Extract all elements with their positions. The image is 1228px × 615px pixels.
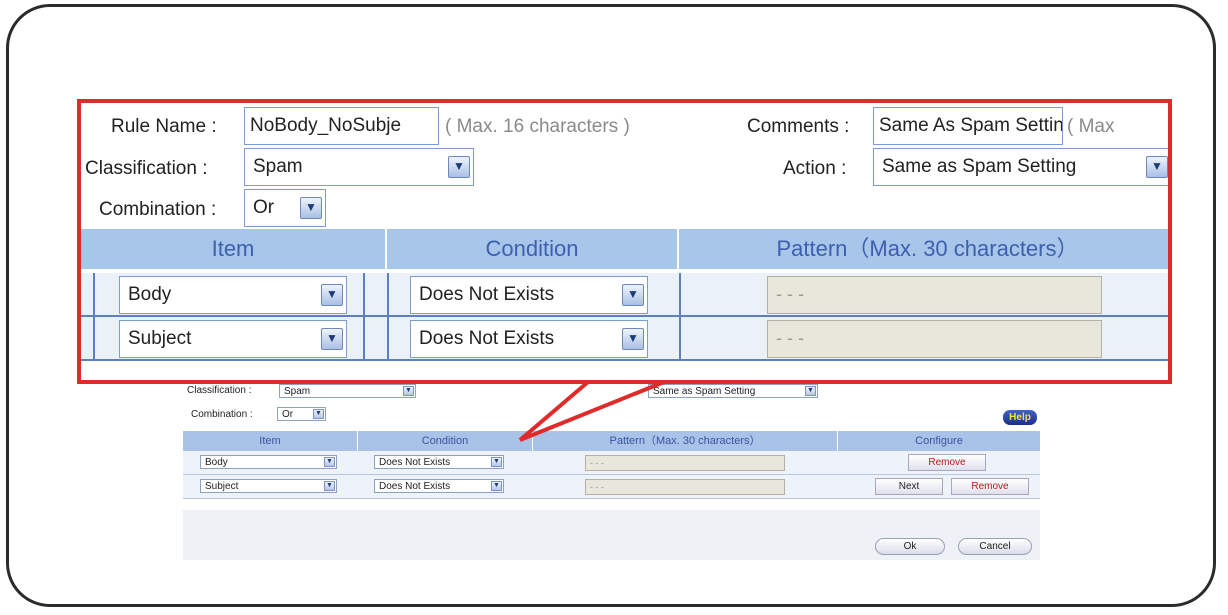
comments-label: Comments :	[747, 116, 850, 137]
table-row: Subject ▼ Does Not Exists ▼ - - -	[81, 317, 1168, 361]
chevron-down-icon[interactable]: ▼	[622, 328, 644, 350]
action-select[interactable]: Same as Spam Setting ▼	[873, 148, 1168, 186]
condition-value: Does Not Exists	[419, 284, 555, 305]
combination-value: Or	[253, 197, 275, 218]
action-label: Action :	[783, 158, 847, 179]
chevron-down-icon[interactable]: ▼	[321, 328, 343, 350]
callout-line	[519, 380, 665, 442]
chevron-down-icon[interactable]: ▼	[321, 284, 343, 306]
cell-divider	[363, 317, 365, 361]
classification-label: Classification :	[85, 158, 208, 179]
table-row: Body ▼ Does Not Exists ▼ - - -	[81, 273, 1168, 317]
rule-name-hint: ( Max. 16 characters )	[445, 116, 630, 137]
combination-select[interactable]: Or ▼	[244, 189, 326, 227]
classification-select[interactable]: Spam ▼	[244, 148, 474, 186]
cell-divider	[387, 273, 389, 317]
pattern-input[interactable]: - - -	[767, 276, 1102, 314]
comments-hint: ( Max	[1067, 116, 1115, 137]
cell-divider	[93, 273, 95, 317]
cell-divider	[363, 273, 365, 317]
item-select[interactable]: Subject ▼	[119, 320, 347, 358]
cell-divider	[387, 317, 389, 361]
pattern-input[interactable]: - - -	[767, 320, 1102, 358]
cell-divider	[679, 317, 681, 361]
classification-value: Spam	[253, 156, 303, 177]
cell-divider	[93, 317, 95, 361]
callout-line	[518, 380, 590, 442]
item-value: Body	[128, 284, 172, 305]
chevron-down-icon[interactable]: ▼	[448, 156, 470, 178]
condition-value: Does Not Exists	[419, 328, 555, 349]
item-select[interactable]: Body ▼	[119, 276, 347, 314]
condition-select[interactable]: Does Not Exists ▼	[410, 276, 648, 314]
action-value: Same as Spam Setting	[882, 156, 1077, 177]
rule-name-input[interactable]: NoBody_NoSubje	[244, 107, 439, 145]
cell-divider	[679, 273, 681, 317]
column-header-item: Item	[81, 229, 387, 269]
comments-input[interactable]: Same As Spam Settin	[873, 107, 1063, 145]
chevron-down-icon[interactable]: ▼	[1146, 156, 1168, 178]
condition-select[interactable]: Does Not Exists ▼	[410, 320, 648, 358]
item-value: Subject	[128, 328, 192, 349]
chevron-down-icon[interactable]: ▼	[622, 284, 644, 306]
combination-label: Combination :	[99, 199, 217, 220]
chevron-down-icon[interactable]: ▼	[300, 197, 322, 219]
zoomed-callout: Rule Name : NoBody_NoSubje ( Max. 16 cha…	[77, 99, 1172, 384]
column-header-condition: Condition	[387, 229, 679, 269]
rule-name-label: Rule Name :	[111, 116, 217, 137]
column-header-pattern: Pattern（Max. 30 characters）	[679, 229, 1168, 269]
